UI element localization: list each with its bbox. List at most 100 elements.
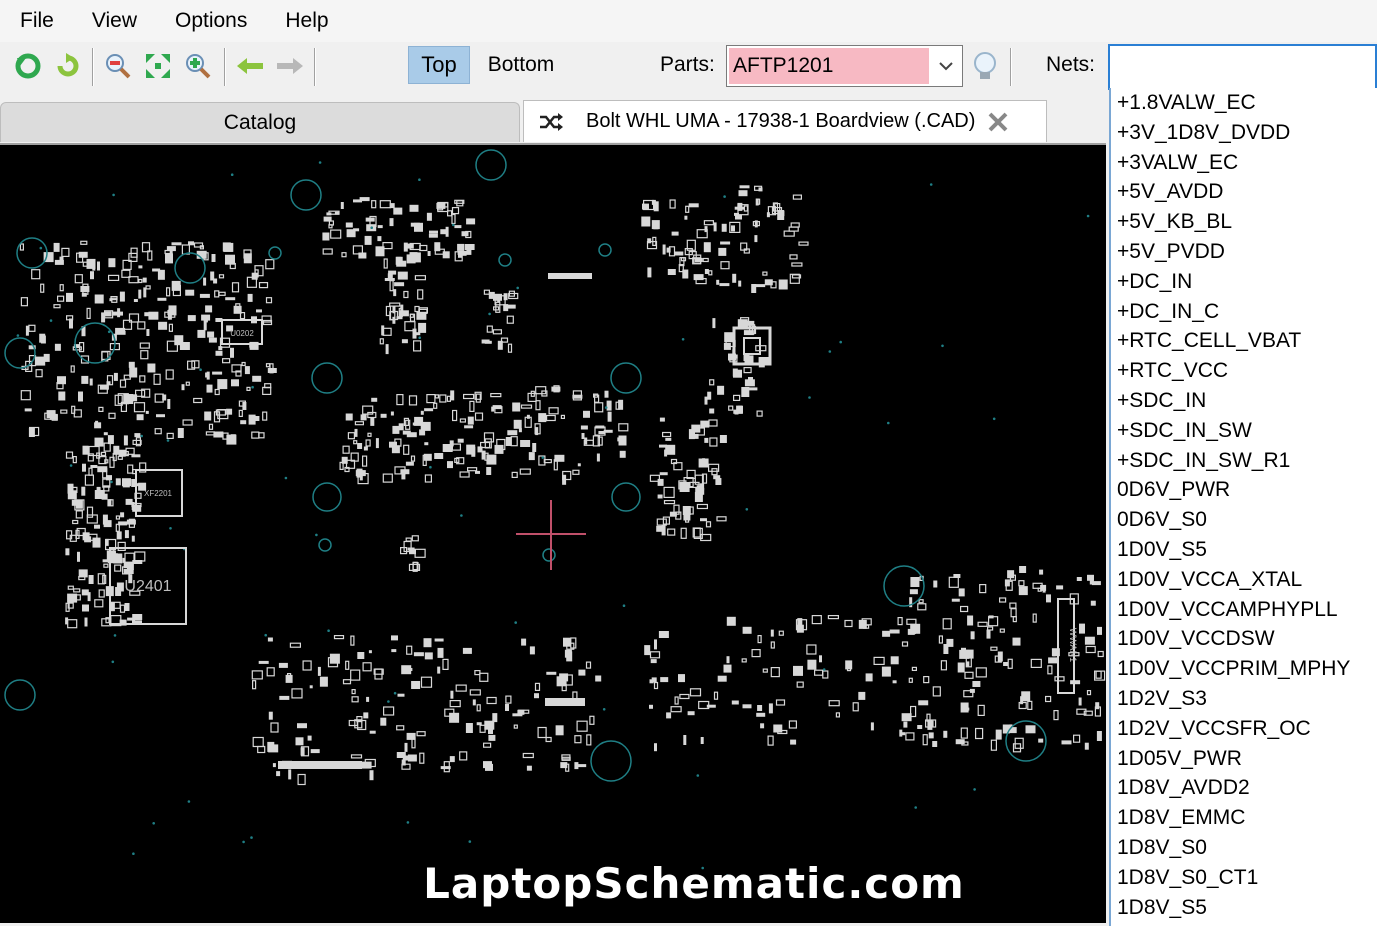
board-component — [230, 434, 236, 441]
reload-icon[interactable] — [52, 50, 84, 82]
board-component — [455, 684, 467, 692]
board-canvas[interactable]: U2401 XF2201 U0202 WWAN1 LaptopSchematic… — [0, 143, 1106, 923]
menu-help[interactable]: Help — [265, 0, 346, 42]
net-list-item[interactable]: +5V_PVDD — [1111, 237, 1377, 267]
net-list-item[interactable]: +DC_IN — [1111, 267, 1377, 297]
tab-catalog[interactable]: Catalog — [0, 102, 520, 142]
board-component — [119, 291, 125, 302]
board-component — [375, 246, 385, 257]
board-component — [82, 445, 89, 455]
net-list-item[interactable]: +5V_KB_BL — [1111, 207, 1377, 237]
net-list-item[interactable]: +RTC_CELL_VBAT — [1111, 326, 1377, 356]
bottom-side-button[interactable]: Bottom — [478, 46, 564, 84]
net-list-item[interactable]: 1D8V_EMMC — [1111, 803, 1377, 833]
board-component — [272, 763, 276, 768]
board-component — [106, 550, 116, 561]
chevron-down-icon[interactable] — [930, 46, 962, 86]
board-component — [74, 274, 83, 284]
net-list-item[interactable]: 1D0V_S5 — [1111, 535, 1377, 565]
tab-boardview[interactable]: Bolt WHL UMA - 17938-1 Boardview (.CAD) — [523, 100, 1047, 142]
net-list-item[interactable]: 1D8V_AVDD2 — [1111, 773, 1377, 803]
board-component — [400, 469, 410, 475]
net-list-item[interactable]: 1D8V_S5 — [1111, 893, 1377, 923]
board-component — [323, 216, 332, 222]
net-list-item[interactable]: 1D8V_S0_CT1 — [1111, 863, 1377, 893]
menu-file[interactable]: File — [0, 0, 72, 42]
board-component — [698, 458, 709, 468]
top-side-button[interactable]: Top — [408, 46, 470, 84]
board-component — [462, 647, 472, 654]
menu-view[interactable]: View — [72, 0, 155, 42]
board-component — [938, 635, 944, 644]
parts-input[interactable] — [729, 48, 929, 84]
board-component — [258, 432, 265, 439]
net-list-item[interactable]: +5V_AVDD — [1111, 177, 1377, 207]
close-icon[interactable] — [985, 109, 1011, 135]
board-component — [778, 630, 784, 636]
board-component — [238, 409, 243, 417]
board-component — [647, 267, 652, 278]
board-component — [693, 274, 704, 281]
net-list-item[interactable]: +RTC_VCC — [1111, 356, 1377, 386]
board-component — [28, 428, 35, 437]
zoom-out-icon[interactable] — [102, 50, 134, 82]
net-list-item[interactable]: 0D6V_S0 — [1111, 505, 1377, 535]
back-arrow-icon[interactable] — [234, 50, 266, 82]
board-component — [751, 649, 761, 658]
net-list-item[interactable]: 1D0V_VCCPRIM_MPHY — [1111, 654, 1377, 684]
board-component — [892, 680, 897, 684]
net-list-item[interactable]: +SDC_IN_SW_R1 — [1111, 446, 1377, 476]
board-component — [342, 445, 350, 454]
fit-view-icon[interactable] — [142, 50, 174, 82]
nets-search-input[interactable] — [1108, 44, 1377, 90]
parts-combobox[interactable] — [726, 45, 963, 87]
board-component — [140, 350, 149, 360]
board-component — [995, 729, 1002, 740]
board-component — [92, 537, 101, 548]
net-list-item[interactable]: 1D0V_VCCAMPHYPLL — [1111, 595, 1377, 625]
board-component — [97, 261, 100, 271]
board-component — [1012, 616, 1017, 623]
board-component — [560, 762, 568, 769]
board-component — [65, 451, 74, 459]
via-dot — [49, 319, 53, 322]
net-list-item[interactable]: 1D2V_VCCSFR_OC — [1111, 714, 1377, 744]
board-component — [405, 537, 412, 542]
board-drawing[interactable]: U2401 XF2201 U0202 WWAN1 — [0, 145, 1106, 923]
net-list-item[interactable]: 1D05V_PWR — [1111, 744, 1377, 774]
board-component — [889, 629, 900, 634]
net-list-item[interactable]: +SDC_IN — [1111, 386, 1377, 416]
zoom-in-icon[interactable] — [182, 50, 214, 82]
board-component — [452, 409, 458, 422]
board-component — [351, 696, 359, 703]
net-list-item[interactable]: 1D2V_S3 — [1111, 684, 1377, 714]
board-component — [165, 257, 169, 261]
net-list-item[interactable]: 0D6V_PWR — [1111, 475, 1377, 505]
board-component — [319, 676, 328, 687]
board-component — [357, 443, 363, 449]
refresh-icon[interactable] — [12, 50, 44, 82]
board-component — [385, 344, 389, 355]
board-component — [486, 467, 492, 475]
lightbulb-icon[interactable] — [970, 50, 1000, 82]
net-list-item[interactable]: 1D8V_S0 — [1111, 833, 1377, 863]
net-list-item[interactable]: +DC_IN_C — [1111, 297, 1377, 327]
forward-arrow-icon[interactable] — [274, 50, 306, 82]
nets-dropdown-list[interactable]: +1.8VALW_EC +3V_1D8V_DVDD +3VALW_EC +5V_AVD… — [1109, 88, 1377, 926]
net-list-item[interactable]: +3V_1D8V_DVDD — [1111, 118, 1377, 148]
board-component — [197, 329, 206, 338]
net-list-item[interactable]: +SDC_IN_SW — [1111, 416, 1377, 446]
board-component — [476, 704, 481, 712]
board-component — [289, 642, 301, 648]
via-dot — [187, 800, 191, 803]
board-component — [371, 397, 378, 402]
board-component — [738, 190, 748, 197]
menu-options[interactable]: Options — [155, 0, 265, 42]
board-component — [754, 235, 758, 243]
board-component — [988, 615, 994, 619]
net-list-item[interactable]: 1D0V_VCCDSW — [1111, 624, 1377, 654]
net-list-item[interactable]: +3VALW_EC — [1111, 148, 1377, 178]
net-list-item[interactable]: +1.8VALW_EC — [1111, 88, 1377, 118]
net-list-item[interactable]: 1D0V_VCCA_XTAL — [1111, 565, 1377, 595]
board-component — [94, 599, 104, 608]
